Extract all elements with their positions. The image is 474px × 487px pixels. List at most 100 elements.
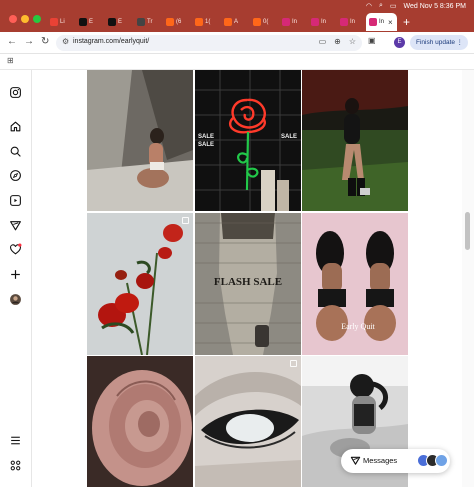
menu-clock[interactable]: Wed Nov 5 8:36 PM <box>403 3 466 10</box>
post-tile[interactable]: SALE SALE SALE <box>194 70 301 211</box>
browser-tab[interactable]: (6 <box>163 13 192 31</box>
post-tile[interactable] <box>194 356 301 487</box>
woman-on-white-sheets-photo <box>87 70 193 211</box>
zoom-icon[interactable]: ⊕ <box>334 37 341 46</box>
close-tab-icon[interactable]: × <box>388 18 393 27</box>
new-tab-button[interactable]: + <box>403 15 410 29</box>
tab-label: Tr <box>147 19 153 25</box>
instagram-icon <box>282 18 290 26</box>
page-scrollbar[interactable] <box>462 70 474 487</box>
bookmarks-bar: ⊞ <box>0 54 474 70</box>
search-icon[interactable]: ⌕ <box>379 2 383 10</box>
profile-avatar[interactable]: E <box>394 37 405 48</box>
macos-status-icons: ◠ ⌕ ▭ Wed Nov 5 8:36 PM <box>366 2 466 10</box>
profile-avatar-icon[interactable] <box>9 293 22 306</box>
post-tile[interactable] <box>87 356 193 487</box>
post-tile[interactable] <box>87 212 193 355</box>
forward-arrow-icon[interactable]: → <box>24 36 34 47</box>
browser-tab[interactable]: In <box>279 13 308 31</box>
browser-tab[interactable]: E <box>105 13 134 31</box>
flash-sale-text: FLASH SALE <box>213 276 281 288</box>
apps-grid-icon[interactable]: ⊞ <box>7 56 14 65</box>
finish-update-button[interactable]: Finish update ⋮ <box>410 35 468 50</box>
reels-icon[interactable] <box>9 194 22 207</box>
x-icon <box>79 18 87 26</box>
neon-rose-sign-photo: SALE SALE SALE <box>194 70 301 211</box>
tab-label: In <box>292 19 298 25</box>
browser-tab[interactable]: Li <box>47 13 76 31</box>
browser-tab[interactable]: 0( <box>250 13 279 31</box>
close-window-button[interactable] <box>9 15 17 23</box>
messages-button[interactable]: Messages <box>341 449 450 473</box>
instagram-icon <box>340 18 348 26</box>
url-text[interactable]: instagram.com/earlyquit/ <box>73 38 149 45</box>
back-arrow-icon[interactable]: ← <box>7 36 17 47</box>
more-menu-icon[interactable] <box>9 434 22 447</box>
site-info-icon[interactable]: ⚙ <box>62 37 69 46</box>
multi-post-icon <box>182 216 189 224</box>
messenger-send-icon[interactable] <box>9 219 22 232</box>
woman-in-black-bodysuit-night-photo <box>302 70 408 211</box>
post-tile[interactable]: FLASH SALE <box>194 212 301 355</box>
menu-dots-icon: ⋮ <box>456 39 464 46</box>
early-quit-collage: Early Quit <box>302 212 408 355</box>
explore-compass-icon[interactable] <box>9 169 22 182</box>
browser-tab[interactable]: A <box>221 13 250 31</box>
create-plus-icon[interactable] <box>9 268 22 281</box>
browser-tab[interactable]: Tr <box>134 13 163 31</box>
tab-list: Li E E Tr (6 1(A 0(In In In In × + <box>47 13 410 31</box>
scrollbar-thumb[interactable] <box>465 212 470 250</box>
finish-update-label: Finish update <box>416 39 456 46</box>
cast-icon[interactable]: ▭ <box>319 37 327 46</box>
tab-label: E <box>89 19 94 25</box>
instagram-sidebar <box>0 70 32 487</box>
tab-label: 1( <box>205 19 211 25</box>
white-eye-closeup-photo <box>194 356 301 487</box>
site-icon <box>137 18 145 26</box>
x-icon <box>108 18 116 26</box>
browser-tab-strip: Li E E Tr (6 1(A 0(In In In In × + ◠ ⌕ ▭ Wed Nov 5 … <box>0 0 474 32</box>
svg-text:SALE: SALE <box>281 134 297 140</box>
instagram-logo-icon[interactable] <box>9 86 22 99</box>
instagram-icon <box>369 18 377 26</box>
red-roses-photo <box>87 212 193 355</box>
messages-label: Messages <box>363 456 398 465</box>
control-center-icon[interactable]: ▭ <box>390 2 397 10</box>
substack-icon <box>166 18 174 26</box>
svg-text:SALE: SALE <box>198 142 214 148</box>
minimize-window-button[interactable] <box>21 15 29 23</box>
sidebar-panel-icon[interactable]: ▣ <box>368 36 376 45</box>
svg-text:SALE: SALE <box>198 134 214 140</box>
substack-icon <box>253 18 261 26</box>
tab-label: In <box>379 19 385 25</box>
browser-tab[interactable]: In <box>308 13 337 31</box>
notifications-heart-icon[interactable] <box>9 243 22 256</box>
tab-label: 0( <box>263 19 269 25</box>
instagram-icon <box>311 18 319 26</box>
tab-label: In <box>321 19 327 25</box>
post-tile[interactable] <box>302 70 408 211</box>
browser-tab[interactable]: 1( <box>192 13 221 31</box>
browser-tab[interactable]: E <box>76 13 105 31</box>
also-from-meta-icon[interactable] <box>9 459 22 472</box>
tab-label: (6 <box>176 19 182 25</box>
tab-label: Li <box>60 19 65 25</box>
post-tile[interactable]: Early Quit <box>302 212 408 355</box>
tab-label: In <box>350 19 356 25</box>
home-icon[interactable] <box>9 120 22 133</box>
post-tile[interactable] <box>87 70 193 211</box>
bookmark-star-icon[interactable]: ☆ <box>349 37 356 46</box>
address-bar[interactable]: ⚙ instagram.com/earlyquit/ ▭ ⊕ ☆ <box>56 35 362 51</box>
early-quit-text: Early Quit <box>341 322 375 331</box>
search-icon[interactable] <box>9 145 22 158</box>
avatar <box>435 454 448 467</box>
reload-icon[interactable]: ↻ <box>41 36 49 47</box>
wifi-icon[interactable]: ◠ <box>366 2 372 10</box>
browser-tab[interactable]: In <box>337 13 366 31</box>
pink-rose-closeup-photo <box>87 356 193 487</box>
substack-icon <box>195 18 203 26</box>
browser-tab-active[interactable]: In × <box>366 13 397 31</box>
substack-icon <box>224 18 232 26</box>
messenger-send-icon <box>350 456 361 465</box>
zoom-window-button[interactable] <box>33 15 41 23</box>
